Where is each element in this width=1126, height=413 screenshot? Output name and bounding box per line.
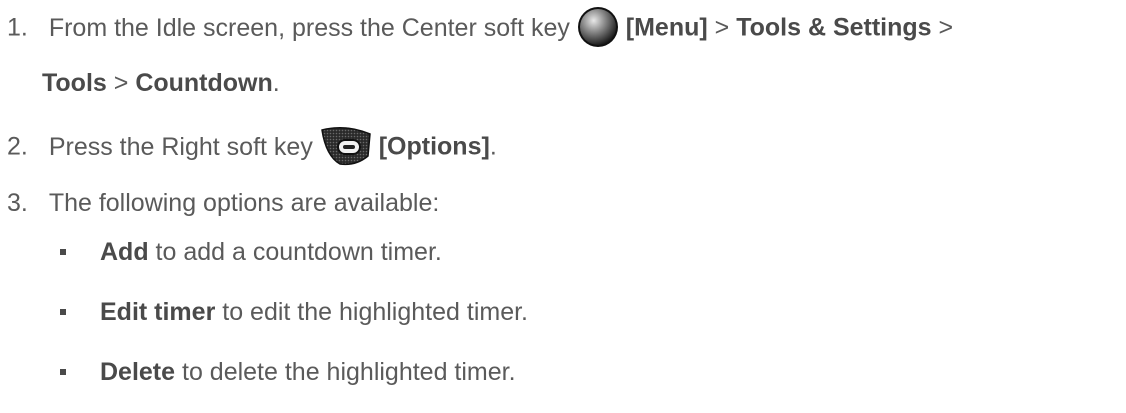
step-1-continued: Tools > Countdown. [42, 68, 280, 98]
list-item: Add to add a countdown timer. [100, 237, 442, 267]
instructions-document: 1. From the Idle screen, press the Cente… [0, 0, 1126, 413]
center-soft-key-icon [577, 7, 618, 47]
menu-item-tools-settings: Tools & Settings [736, 13, 932, 42]
separator: > [106, 69, 136, 97]
list-item: Edit timer to edit the highlighted timer… [100, 297, 528, 327]
step-number: 1. [7, 13, 28, 42]
bullet-marker [60, 249, 66, 255]
option-term: Delete [100, 358, 176, 386]
right-soft-key-icon [320, 127, 371, 166]
step-number: 3. [7, 189, 28, 217]
punctuation: . [489, 132, 497, 161]
separator: > [931, 13, 954, 42]
bullet-marker [60, 309, 66, 315]
step-number: 2. [7, 132, 28, 161]
options-key-label: [Options] [378, 132, 490, 161]
step-text: Press the Right soft key [48, 132, 320, 161]
bullet-marker [60, 369, 66, 375]
punctuation: . [272, 69, 280, 97]
step-1: 1. From the Idle screen, press the Cente… [7, 7, 954, 50]
menu-item-tools: Tools [42, 69, 107, 97]
menu-key-label: [Menu] [625, 13, 708, 42]
step-3: 3. The following options are available: [7, 188, 439, 218]
option-term: Edit timer [100, 298, 216, 326]
menu-item-countdown: Countdown [135, 69, 273, 97]
option-description: to edit the highlighted timer. [215, 298, 528, 326]
list-item: Delete to delete the highlighted timer. [100, 357, 516, 387]
option-term: Add [100, 238, 149, 266]
step-text: The following options are available: [48, 189, 440, 217]
separator: > [707, 13, 737, 42]
option-description: to delete the highlighted timer. [175, 358, 516, 386]
step-text: From the Idle screen, press the Center s… [48, 13, 577, 42]
step-2: 2. Press the Right soft key [Options]. [7, 127, 497, 168]
option-description: to add a countdown timer. [148, 238, 442, 266]
